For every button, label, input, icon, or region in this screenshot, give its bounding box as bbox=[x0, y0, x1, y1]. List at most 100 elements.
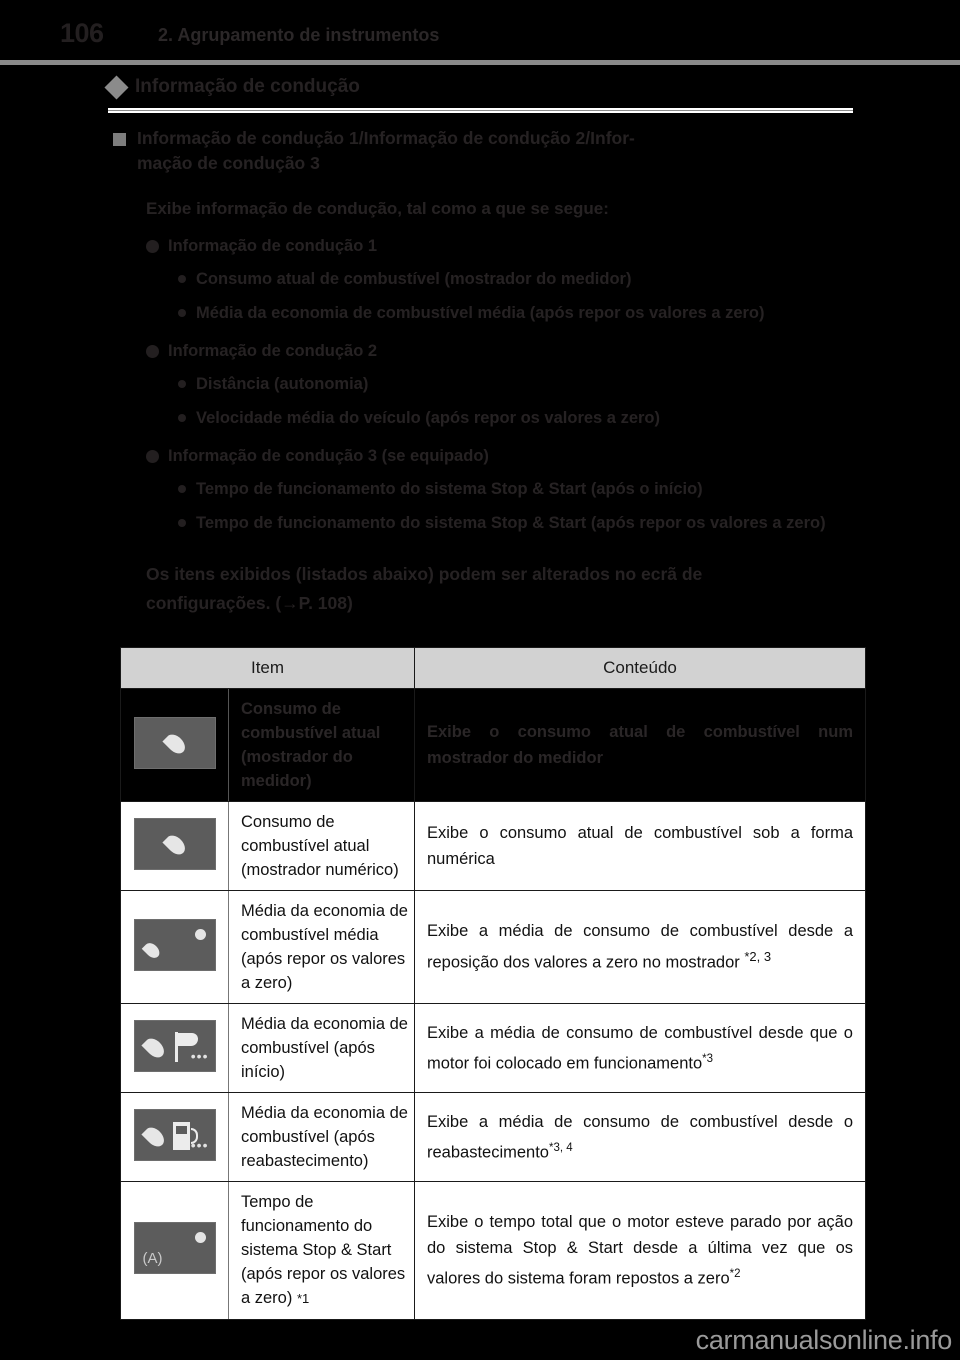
subsection-heading-line1: Informação de condução 1/Informação de c… bbox=[137, 128, 635, 148]
row-icon-cell bbox=[120, 890, 229, 1004]
body-content: Informação de condução 1/Informação de c… bbox=[0, 126, 960, 618]
small-dot-bullet-icon bbox=[178, 519, 186, 527]
table-row: ••• Média da economia de combustível (ap… bbox=[120, 1092, 866, 1182]
row-content-text: Exibe a média de consumo de combustível … bbox=[427, 1023, 853, 1073]
group-2-item-1: Distância (autonomia) bbox=[0, 372, 960, 397]
droplet-glyph bbox=[161, 730, 189, 757]
row-icon-cell bbox=[120, 801, 229, 891]
group-1-item-2-label: Média da economia de combustível média (… bbox=[196, 304, 765, 322]
row-name: Média da economia de combustível (após r… bbox=[228, 1092, 415, 1182]
droplet-glyph bbox=[140, 1123, 168, 1150]
row-name: Tempo de funcionamento do sistema Stop &… bbox=[228, 1181, 415, 1320]
row-name: Consumo de combustível atual (mostrador … bbox=[228, 801, 415, 891]
group-1-item-1-label: Consumo atual de combustível (mostrador … bbox=[196, 270, 632, 288]
ellipsis-glyph: ••• bbox=[190, 1136, 209, 1153]
table-row: (A) Tempo de funcionamento do sistema St… bbox=[120, 1181, 866, 1320]
table-row: Consumo de combustível atual (mostrador … bbox=[120, 801, 866, 891]
row-content: Exibe a média de consumo de combustível … bbox=[414, 890, 866, 1004]
group-3: Informação de condução 3 (se equipado) bbox=[0, 444, 960, 468]
group-3-item-2: Tempo de funcionamento do sistema Stop &… bbox=[0, 511, 960, 536]
site-watermark: carmanualsonline.info bbox=[695, 1325, 953, 1355]
stop-start-a-icon: (A) bbox=[133, 1222, 216, 1274]
subsection-heading-line2: mação de condução 3 bbox=[137, 153, 320, 173]
section-heading: Informação de condução bbox=[104, 74, 360, 100]
group-2-item-2: Velocidade média do veículo (após repor … bbox=[0, 406, 960, 431]
indicator-dot-glyph bbox=[194, 1232, 206, 1243]
row-name-footnote: *1 bbox=[296, 1291, 310, 1306]
row-content-footnote: *2 bbox=[729, 1268, 741, 1281]
square-bullet-icon bbox=[113, 133, 126, 146]
closing-paragraph: Os itens exibidos (listados abaixo) pode… bbox=[0, 560, 960, 618]
table-header-content: Conteúdo bbox=[414, 647, 866, 689]
group-1-label: Informação de condução 1 bbox=[168, 237, 378, 255]
chapter-title: 2. Agrupamento de instrumentos bbox=[158, 25, 440, 45]
row-icon-cell: ••• bbox=[120, 1092, 229, 1182]
intro-text: Exibe informação de condução, tal como a… bbox=[146, 199, 609, 218]
fuel-drop-dot-icon bbox=[133, 918, 216, 971]
section-heading-label: Informação de condução bbox=[135, 76, 360, 97]
group-2-item-1-label: Distância (autonomia) bbox=[196, 375, 369, 393]
row-content-text: Exibe a média de consumo de combustível … bbox=[427, 1112, 853, 1162]
diamond-bullet-icon bbox=[104, 74, 129, 100]
row-content: Exibe a média de consumo de combustível … bbox=[414, 1092, 866, 1182]
group-2: Informação de condução 2 bbox=[0, 339, 960, 363]
closing-line-2: configurações. (→P. 108) bbox=[146, 593, 353, 613]
row-content: Exibe o tempo total que o motor esteve p… bbox=[414, 1181, 866, 1320]
filled-circle-bullet-icon bbox=[146, 240, 159, 253]
row-content: Exibe a média de consumo de combustível … bbox=[414, 1003, 866, 1093]
fuel-drop-pump-icon: ••• bbox=[133, 1108, 216, 1161]
manual-page: 106 2. Agrupamento de instrumentos Infor… bbox=[0, 0, 960, 1360]
table-header-item: Item bbox=[120, 647, 415, 689]
table-row: Média da economia de combustível média (… bbox=[120, 890, 866, 1004]
group-3-item-2-label: Tempo de funcionamento do sistema Stop &… bbox=[196, 514, 826, 532]
row-icon-cell bbox=[120, 688, 229, 802]
a-in-circle-glyph: (A) bbox=[142, 1250, 163, 1267]
small-dot-bullet-icon bbox=[178, 485, 186, 493]
filled-circle-bullet-icon bbox=[146, 345, 159, 358]
page-number: 106 bbox=[60, 18, 104, 48]
row-name: Consumo de combustível atual (mostrador … bbox=[228, 688, 415, 802]
group-3-label: Informação de condução 3 (se equipado) bbox=[168, 447, 489, 465]
closing-line-1: Os itens exibidos (listados abaixo) pode… bbox=[146, 564, 703, 584]
row-content-footnote: *2, 3 bbox=[744, 949, 772, 965]
table-row: ••• Média da economia de combustível (ap… bbox=[120, 1003, 866, 1093]
droplet-glyph bbox=[161, 831, 189, 858]
droplet-glyph bbox=[140, 1034, 168, 1061]
display-items-table: Item Conteúdo Consumo de combustível atu… bbox=[120, 647, 866, 1320]
group-1-item-2: Média da economia de combustível média (… bbox=[0, 301, 960, 326]
table-header-row: Item Conteúdo bbox=[120, 647, 866, 689]
row-name: Média da economia de combustível média (… bbox=[228, 890, 415, 1004]
row-content-footnote: *3, 4 bbox=[549, 1141, 573, 1154]
group-3-item-1: Tempo de funcionamento do sistema Stop &… bbox=[0, 477, 960, 502]
group-1-item-1: Consumo atual de combustível (mostrador … bbox=[0, 267, 960, 292]
display-items-table-wrapper: Item Conteúdo Consumo de combustível atu… bbox=[120, 647, 866, 1320]
group-2-label: Informação de condução 2 bbox=[168, 342, 378, 360]
row-icon-cell: (A) bbox=[120, 1181, 229, 1320]
ellipsis-glyph: ••• bbox=[190, 1047, 209, 1064]
table-row: Consumo de combustível atual (mostrador … bbox=[120, 688, 866, 802]
filled-circle-bullet-icon bbox=[146, 450, 159, 463]
row-icon-cell: ••• bbox=[120, 1003, 229, 1093]
fuel-drop-flag-icon: ••• bbox=[133, 1019, 216, 1072]
row-content-footnote: *3 bbox=[702, 1052, 714, 1065]
running-header: 106 2. Agrupamento de instrumentos bbox=[0, 0, 960, 62]
row-content-text: Exibe a média de consumo de combustível … bbox=[427, 922, 853, 972]
row-name: Média da economia de combustível (após i… bbox=[228, 1003, 415, 1093]
group-2-item-2-label: Velocidade média do veículo (após repor … bbox=[196, 409, 660, 427]
group-3-item-1-label: Tempo de funcionamento do sistema Stop &… bbox=[196, 480, 703, 498]
fuel-drop-icon bbox=[133, 817, 216, 870]
row-content-text: Exibe o tempo total que o motor esteve p… bbox=[427, 1213, 853, 1288]
indicator-dot-glyph bbox=[194, 928, 206, 940]
row-name-text: Tempo de funcionamento do sistema Stop &… bbox=[241, 1193, 406, 1307]
section-divider-inner bbox=[108, 110, 853, 111]
droplet-glyph bbox=[141, 939, 162, 961]
small-dot-bullet-icon bbox=[178, 414, 186, 422]
fuel-drop-icon bbox=[133, 716, 216, 769]
group-1: Informação de condução 1 bbox=[0, 234, 960, 258]
subsection-heading: Informação de condução 1/Informação de c… bbox=[0, 126, 960, 176]
small-dot-bullet-icon bbox=[178, 309, 186, 317]
row-content: Exibe o consumo atual de combustível num… bbox=[414, 688, 866, 802]
row-content: Exibe o consumo atual de combustível sob… bbox=[414, 801, 866, 891]
header-divider-lower bbox=[0, 65, 960, 67]
small-dot-bullet-icon bbox=[178, 380, 186, 388]
